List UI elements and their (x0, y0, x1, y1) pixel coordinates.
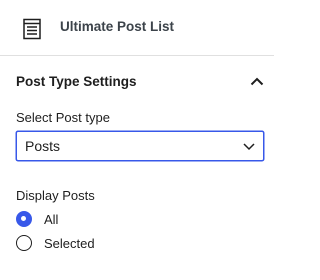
post-type-label: Select Post type (16, 110, 110, 125)
block-title: Ultimate Post List (60, 19, 175, 34)
post-type-select-value: Posts (25, 138, 61, 154)
chevron-up-icon (250, 77, 264, 86)
radio-selected[interactable] (16, 235, 32, 251)
radio-all-label: All (44, 212, 59, 227)
post-type-select[interactable]: Posts (16, 131, 264, 161)
display-posts-label: Display Posts (16, 188, 95, 203)
radio-selected-label: Selected (44, 236, 95, 251)
chevron-down-icon (243, 143, 255, 151)
list-layout-icon (23, 18, 41, 40)
panel-title: Post Type Settings (16, 74, 137, 89)
block-card: Ultimate Post List (0, 0, 274, 56)
post-type-settings-panel-toggle[interactable]: Post Type Settings (0, 56, 274, 108)
radio-all[interactable] (16, 211, 32, 227)
